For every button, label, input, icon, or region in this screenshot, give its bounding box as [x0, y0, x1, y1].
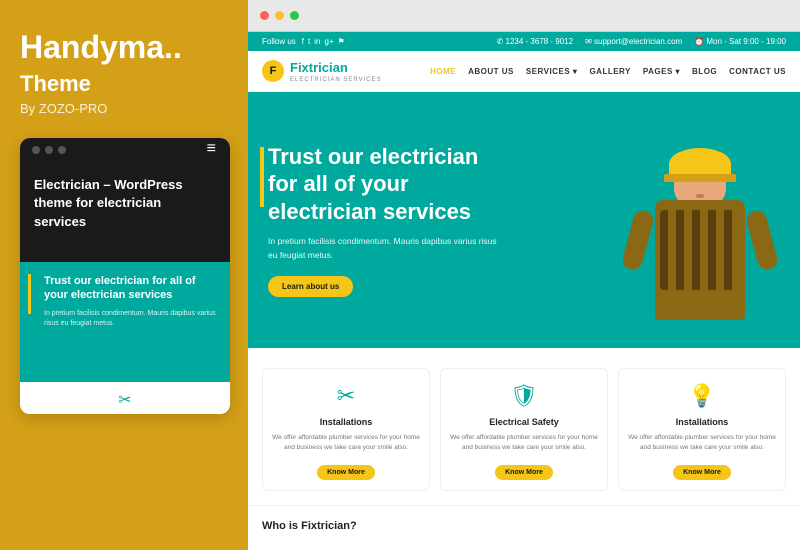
hero-left: Trust our electricianfor all of yourelec… — [268, 143, 600, 298]
learn-more-button[interactable]: Learn about us — [268, 276, 353, 297]
mobile-icon-row: ✂ — [20, 382, 230, 414]
hours-label: ⏰ Mon - Sat 9:00 - 19:00 — [694, 37, 786, 46]
hero-yellow-accent — [260, 147, 264, 207]
mobile-yellow-accent — [28, 274, 31, 314]
mobile-card-content: ≡ Electrician – WordPress theme for elec… — [20, 162, 230, 262]
elec-arm-right — [745, 208, 780, 271]
site-nav: F Fixtrician ELECTRICIAN SERVICES HOME A… — [248, 51, 800, 92]
service-title-0: Installations — [271, 417, 421, 427]
hero-right — [600, 120, 780, 320]
theme-author: By ZOZO-PRO — [20, 101, 228, 116]
browser-content: Follow us f t in g+ ⚑ ✆ 1234 - 3678 - 90… — [248, 32, 800, 550]
logo-main: Fixtrician — [290, 60, 348, 75]
theme-subtitle: Theme — [20, 71, 228, 97]
nav-pages[interactable]: PAGES ▾ — [643, 67, 680, 76]
googleplus-icon: g+ — [325, 37, 334, 46]
hamburger-icon: ≡ — [207, 140, 216, 158]
mobile-hero-content: Trust our electrician for all of your el… — [44, 274, 220, 328]
dot-1 — [32, 146, 40, 154]
social-icons: f t in g+ ⚑ — [302, 37, 345, 46]
elec-body — [655, 200, 745, 320]
instagram-icon: ⚑ — [338, 37, 345, 46]
email-label: ✉ support@electrician.com — [585, 37, 682, 46]
right-panel: Follow us f t in g+ ⚑ ✆ 1234 - 3678 - 90… — [248, 0, 800, 550]
phone-label: ✆ 1234 - 3678 - 9012 — [497, 37, 574, 46]
site-topbar: Follow us f t in g+ ⚑ ✆ 1234 - 3678 - 90… — [248, 32, 800, 51]
logo-area: F Fixtrician ELECTRICIAN SERVICES — [262, 59, 382, 83]
service-card-0: ✂ Installations We offer affordable plum… — [262, 368, 430, 491]
mobile-hero-title: Trust our electrician for all of your el… — [44, 274, 220, 303]
services-section: ✂ Installations We offer affordable plum… — [248, 348, 800, 505]
service-btn-2[interactable]: Know More — [673, 465, 731, 480]
topbar-left: Follow us f t in g+ ⚑ — [262, 37, 345, 46]
logo-text: Fixtrician ELECTRICIAN SERVICES — [290, 59, 382, 83]
who-title: Who is Fixtrician? — [262, 520, 357, 532]
elec-shirt-pattern — [660, 210, 740, 290]
service-desc-2: We offer affordable plumber services for… — [627, 433, 777, 453]
twitter-icon: t — [308, 37, 310, 46]
mobile-card-dots — [20, 138, 230, 162]
mobile-hero-sub: In pretium facilisis condimentum. Mauris… — [44, 309, 220, 329]
facebook-icon: f — [302, 37, 304, 46]
nav-services[interactable]: SERVICES ▾ — [526, 67, 578, 76]
service-title-1: Electrical Safety — [449, 417, 599, 427]
mobile-card-heading: Electrician – WordPress theme for electr… — [34, 176, 216, 231]
service-btn-1[interactable]: Know More — [495, 465, 553, 480]
electrician-figure — [620, 130, 780, 320]
mobile-preview-card: ≡ Electrician – WordPress theme for elec… — [20, 138, 230, 414]
nav-blog[interactable]: BLOG — [692, 67, 717, 76]
mobile-card-hero: Trust our electrician for all of your el… — [20, 262, 230, 382]
nav-home[interactable]: HOME — [430, 67, 456, 76]
linkedin-icon: in — [314, 37, 320, 46]
service-card-2: 💡 Installations We offer affordable plum… — [618, 368, 786, 491]
nav-gallery[interactable]: GALLERY — [589, 67, 630, 76]
browser-dot-yellow — [275, 11, 284, 20]
service-desc-1: We offer affordable plumber services for… — [449, 433, 599, 453]
logo-sub: ELECTRICIAN SERVICES — [290, 77, 382, 83]
service-icon-0: ✂ — [271, 383, 421, 409]
nav-links: HOME ABOUT US SERVICES ▾ GALLERY PAGES ▾… — [430, 67, 786, 76]
service-btn-0[interactable]: Know More — [317, 465, 375, 480]
follow-us-label: Follow us — [262, 37, 296, 46]
topbar-right: ✆ 1234 - 3678 - 9012 ✉ support@electrici… — [497, 37, 786, 46]
hero-desc: In pretium facilisis condimentum. Mauris… — [268, 235, 508, 262]
service-icon-2: 💡 — [627, 383, 777, 409]
service-card-1: 🛡 Electrical Safety We offer affordable … — [440, 368, 608, 491]
logo-icon: F — [262, 60, 284, 82]
theme-title: Handyma.. — [20, 30, 228, 65]
browser-dot-red — [260, 11, 269, 20]
nav-about[interactable]: ABOUT US — [468, 67, 514, 76]
browser-chrome — [248, 0, 800, 32]
left-panel: Handyma.. Theme By ZOZO-PRO ≡ Electricia… — [0, 0, 248, 550]
hero-title: Trust our electricianfor all of yourelec… — [268, 143, 600, 226]
browser-dot-green — [290, 11, 299, 20]
service-title-2: Installations — [627, 417, 777, 427]
nav-contact[interactable]: CONTACT US — [729, 67, 786, 76]
elec-helmet-brim — [664, 174, 736, 182]
site-hero: Trust our electricianfor all of yourelec… — [248, 92, 800, 348]
dot-3 — [58, 146, 66, 154]
service-icon-1: 🛡 — [449, 383, 599, 409]
service-desc-0: We offer affordable plumber services for… — [271, 433, 421, 453]
who-section: Who is Fixtrician? — [248, 505, 800, 544]
elec-arm-left — [621, 208, 656, 271]
mobile-tools-icon: ✂ — [118, 390, 131, 410]
dot-2 — [45, 146, 53, 154]
